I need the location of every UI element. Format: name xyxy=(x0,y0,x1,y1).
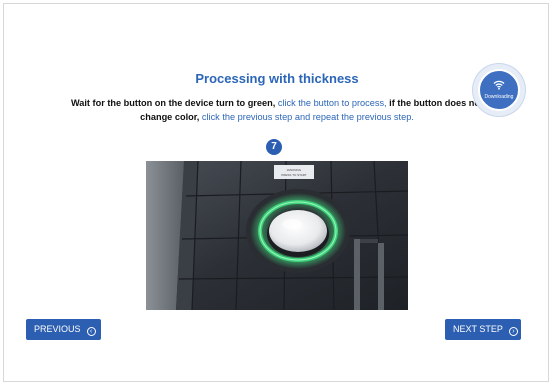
sticker-line-1: WARNING xyxy=(287,168,302,172)
chevron-right-icon: › xyxy=(508,327,518,336)
next-step-button[interactable]: NEXT STEP › xyxy=(445,319,521,340)
instructions-part-1: Wait for the button on the device turn t… xyxy=(70,98,278,108)
wifi-icon xyxy=(493,80,505,90)
previous-button[interactable]: PREVIOUS ‹ xyxy=(26,319,101,340)
status-label: Downloading xyxy=(484,94,514,100)
sticker-line-2: PRESS TO START xyxy=(281,173,307,177)
page-title: Processing with thickness xyxy=(195,71,359,86)
next-step-button-label: NEXT STEP xyxy=(453,324,503,334)
instructions-link-previous: click the previous step and repeat the p… xyxy=(201,111,414,122)
device-photo: WARNING PRESS TO START xyxy=(146,161,408,310)
device-button-illustration: WARNING PRESS TO START xyxy=(146,161,408,310)
instructions-text: Wait for the button on the device turn t… xyxy=(70,97,484,124)
step-number-badge: 7 xyxy=(266,139,282,155)
previous-button-label: PREVIOUS xyxy=(34,324,81,334)
instructions-link-process: click the button to process, xyxy=(277,98,387,108)
connection-status-badge: Downloading xyxy=(473,64,525,116)
status-circle: Downloading xyxy=(478,69,520,111)
chevron-left-icon: ‹ xyxy=(86,327,96,336)
